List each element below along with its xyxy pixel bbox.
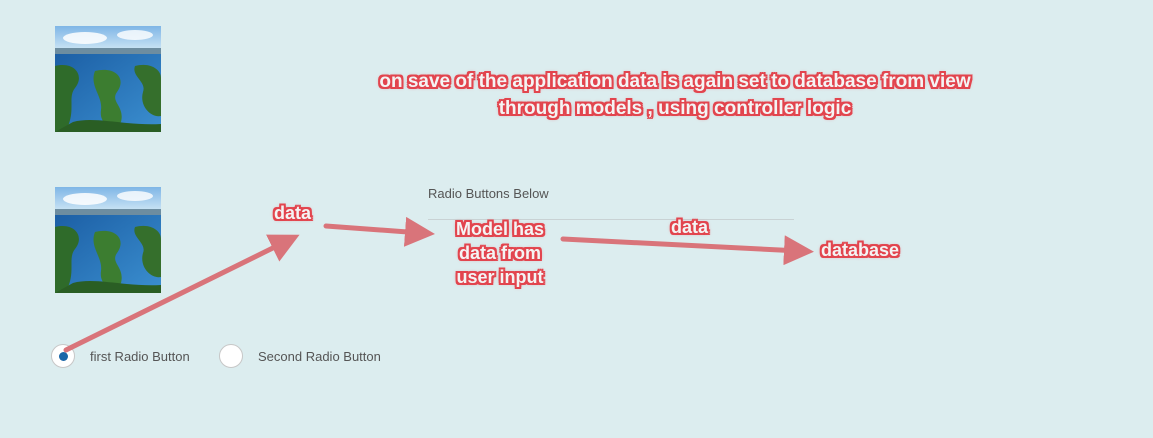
annotation-data-right: data xyxy=(671,217,709,237)
annotation-model: Model has data from user input xyxy=(442,217,558,289)
lake-landscape-image xyxy=(55,187,161,293)
annotation-line-1: on save of the application data is again… xyxy=(379,71,971,92)
lake-landscape-image xyxy=(55,26,161,132)
annotation-line-2: through models , using controller logic xyxy=(498,98,852,119)
annotation-data-left: data xyxy=(274,203,312,223)
landscape-image-bottom xyxy=(55,187,161,293)
arrow-model-to-database xyxy=(560,235,814,266)
annotation-model-line-3: user input xyxy=(456,267,544,287)
radio-selected-dot xyxy=(59,352,68,361)
first-radio-label[interactable]: first Radio Button xyxy=(90,349,190,364)
landscape-image-top xyxy=(55,26,161,132)
arrow-data-to-model xyxy=(323,216,435,247)
radio-section-title: Radio Buttons Below xyxy=(428,186,549,201)
second-radio-label[interactable]: Second Radio Button xyxy=(258,349,381,364)
second-radio-button[interactable] xyxy=(219,344,243,368)
first-radio-button[interactable] xyxy=(51,344,75,368)
annotation-database: database xyxy=(821,240,900,260)
annotation-model-line-2: data from xyxy=(458,243,541,263)
annotation-model-line-1: Model has xyxy=(455,219,544,239)
annotation-save-explanation: on save of the application data is again… xyxy=(330,68,1020,122)
